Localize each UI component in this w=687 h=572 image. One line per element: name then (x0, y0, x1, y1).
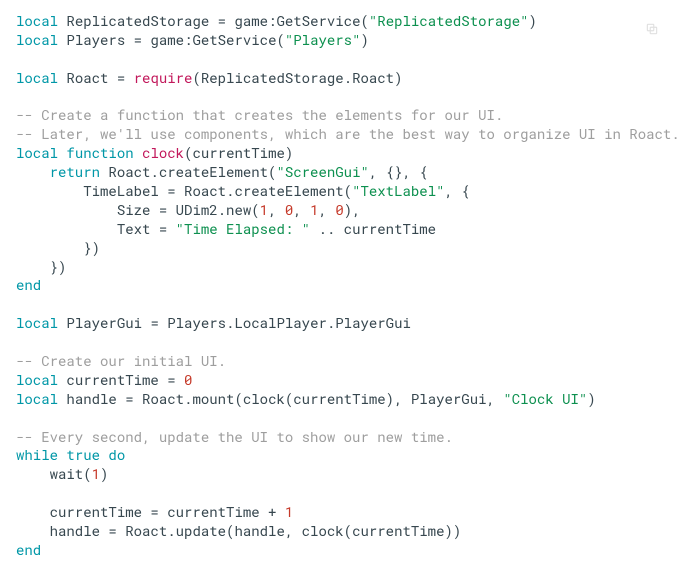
punct: , {}, { (369, 162, 428, 181)
identifier: Roact (58, 68, 117, 87)
identifier: PlayerGui (58, 313, 150, 332)
identifier: Size (16, 200, 159, 219)
require: require (125, 68, 192, 87)
expr: Players.LocalPlayer.PlayerGui (159, 313, 411, 332)
operator: = (125, 389, 133, 408)
identifier: handle (16, 521, 108, 540)
keyword: local (16, 313, 58, 332)
operator: = (150, 313, 158, 332)
punct: ) (529, 11, 537, 30)
keyword: local (16, 389, 58, 408)
operator: = (117, 68, 125, 87)
comment: -- Every second, update the UI to show o… (16, 427, 453, 446)
operator: = (159, 219, 167, 238)
concat: .. currentTime (310, 219, 436, 238)
punct: ) (587, 389, 595, 408)
identifier: ReplicatedStorage (58, 11, 218, 30)
keyword: do (100, 445, 125, 464)
string: "Time Elapsed: " (167, 219, 310, 238)
code-block: local ReplicatedStorage = game:GetServic… (16, 12, 671, 560)
number: 1 (92, 464, 100, 483)
string: "Players" (285, 30, 361, 49)
keyword: function (58, 143, 134, 162)
string: "TextLabel" (352, 181, 444, 200)
identifier: Text (16, 219, 159, 238)
call: Roact.createElement( (100, 162, 276, 181)
operator: = (167, 181, 175, 200)
punct: , (268, 200, 285, 219)
keyword: local (16, 68, 58, 87)
identifier: TimeLabel (16, 181, 167, 200)
keyword: local (16, 370, 58, 389)
operator: = (108, 521, 116, 540)
code-content: local ReplicatedStorage = game:GetServic… (16, 12, 671, 560)
comment: -- Create a function that creates the el… (16, 105, 503, 124)
function-name: clock (134, 143, 184, 162)
operator: = (134, 30, 142, 49)
keyword: return (16, 162, 100, 181)
punct: }) (16, 238, 100, 257)
punct: , (319, 200, 336, 219)
number: 0 (335, 200, 343, 219)
keyword: local (16, 30, 58, 49)
punct: , (293, 200, 310, 219)
expr: currentTime + (159, 502, 285, 521)
identifier: currentTime (16, 502, 150, 521)
punct: ) (100, 464, 108, 483)
string: "Clock UI" (503, 389, 587, 408)
identifier: currentTime (58, 370, 167, 389)
punct: ), (344, 200, 361, 219)
keyword: local (16, 143, 58, 162)
copy-icon[interactable] (645, 22, 659, 36)
keyword: end (16, 275, 41, 294)
punct: , { (445, 181, 470, 200)
call: Roact.createElement( (176, 181, 352, 200)
true-literal: true (58, 445, 100, 464)
number: 1 (285, 502, 293, 521)
string: "ScreenGui" (276, 162, 368, 181)
comment: -- Create our initial UI. (16, 351, 226, 370)
call: game:GetService( (142, 30, 285, 49)
identifier: handle (58, 389, 125, 408)
args: (ReplicatedStorage.Roact) (192, 68, 402, 87)
args: (currentTime) (184, 143, 293, 162)
comment: -- Later, we'll use components, which ar… (16, 124, 680, 143)
call: Roact.mount(clock(currentTime), PlayerGu… (134, 389, 504, 408)
call: wait( (16, 464, 92, 483)
operator: = (218, 11, 226, 30)
expr: Roact.update(handle, clock(currentTime)) (117, 521, 461, 540)
call: UDim2.new( (167, 200, 259, 219)
keyword: while (16, 445, 58, 464)
punct: }) (16, 257, 66, 276)
punct: ) (361, 30, 369, 49)
string: "ReplicatedStorage" (369, 11, 529, 30)
identifier: Players (58, 30, 134, 49)
keyword: local (16, 11, 58, 30)
number: 0 (176, 370, 193, 389)
number: 1 (310, 200, 318, 219)
call: game:GetService( (226, 11, 369, 30)
number: 1 (260, 200, 268, 219)
operator: = (159, 200, 167, 219)
operator: = (167, 370, 175, 389)
operator: = (150, 502, 158, 521)
keyword: end (16, 540, 41, 559)
